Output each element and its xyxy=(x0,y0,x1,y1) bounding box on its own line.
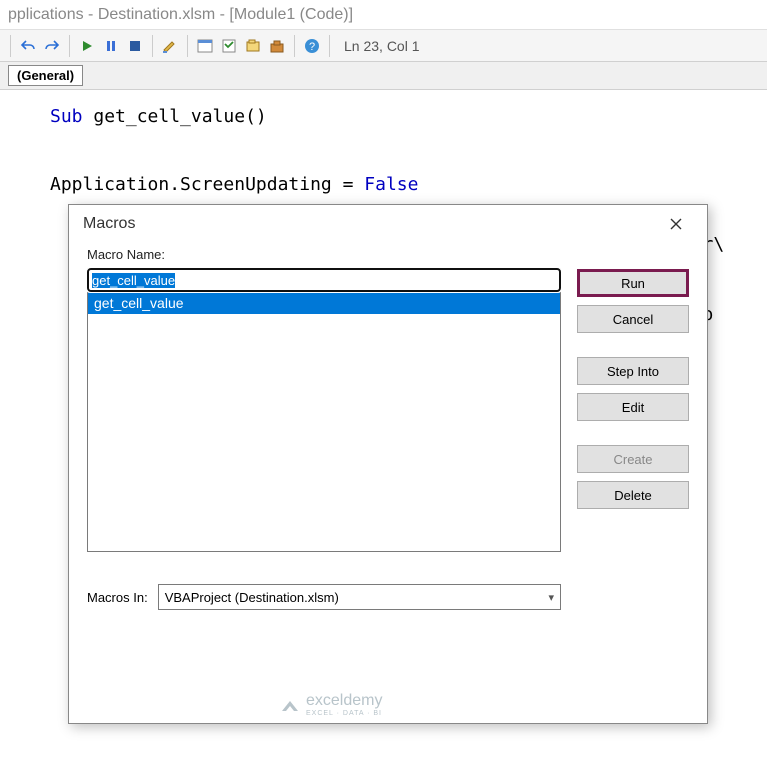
macros-in-label: Macros In: xyxy=(87,590,148,605)
redo-button[interactable] xyxy=(41,35,63,57)
close-icon xyxy=(669,217,683,231)
separator xyxy=(294,35,295,57)
close-button[interactable] xyxy=(659,210,693,238)
cursor-position: Ln 23, Col 1 xyxy=(344,38,420,54)
create-button: Create xyxy=(577,445,689,473)
toolbox-button[interactable] xyxy=(266,35,288,57)
design-mode-button[interactable] xyxy=(159,35,181,57)
window-titlebar: pplications - Destination.xlsm - [Module… xyxy=(0,0,767,30)
macro-name-label: Macro Name: xyxy=(87,247,561,262)
object-browser-button[interactable] xyxy=(242,35,264,57)
undo-button[interactable] xyxy=(17,35,39,57)
code-line xyxy=(50,134,717,168)
separator xyxy=(152,35,153,57)
code-editor[interactable]: Sub get_cell_value() Application.ScreenU… xyxy=(0,90,767,213)
cancel-button[interactable]: Cancel xyxy=(577,305,689,333)
object-procedure-bar: (General) xyxy=(0,62,767,90)
toolbar: ? Ln 23, Col 1 xyxy=(0,30,767,62)
edit-button[interactable]: Edit xyxy=(577,393,689,421)
stop-button[interactable] xyxy=(124,35,146,57)
chevron-down-icon: ▾ xyxy=(548,591,554,604)
macro-name-input[interactable] xyxy=(87,268,561,292)
separator xyxy=(187,35,188,57)
delete-button[interactable]: Delete xyxy=(577,481,689,509)
help-button[interactable]: ? xyxy=(301,35,323,57)
macro-list-item[interactable]: get_cell_value xyxy=(88,292,560,314)
run-button[interactable]: Run xyxy=(577,269,689,297)
pause-button[interactable] xyxy=(100,35,122,57)
separator xyxy=(329,35,330,57)
code-line: Sub get_cell_value() xyxy=(50,100,717,134)
macros-dialog: Macros Macro Name: get_cell_value Macros… xyxy=(68,204,708,724)
step-into-button[interactable]: Step Into xyxy=(577,357,689,385)
object-dropdown[interactable]: (General) xyxy=(8,65,83,86)
run-button[interactable] xyxy=(76,35,98,57)
macros-in-dropdown[interactable]: VBAProject (Destination.xlsm) ▾ xyxy=(158,584,561,610)
dialog-titlebar: Macros xyxy=(69,205,707,243)
properties-button[interactable] xyxy=(218,35,240,57)
svg-text:?: ? xyxy=(309,41,315,53)
separator xyxy=(69,35,70,57)
code-line: Application.ScreenUpdating = False xyxy=(50,168,717,202)
macro-list[interactable]: get_cell_value xyxy=(87,292,561,552)
dialog-title: Macros xyxy=(83,215,135,233)
separator xyxy=(10,35,11,57)
window-title: pplications - Destination.xlsm - [Module… xyxy=(8,6,353,24)
macros-in-value: VBAProject (Destination.xlsm) xyxy=(165,590,339,605)
project-explorer-button[interactable] xyxy=(194,35,216,57)
